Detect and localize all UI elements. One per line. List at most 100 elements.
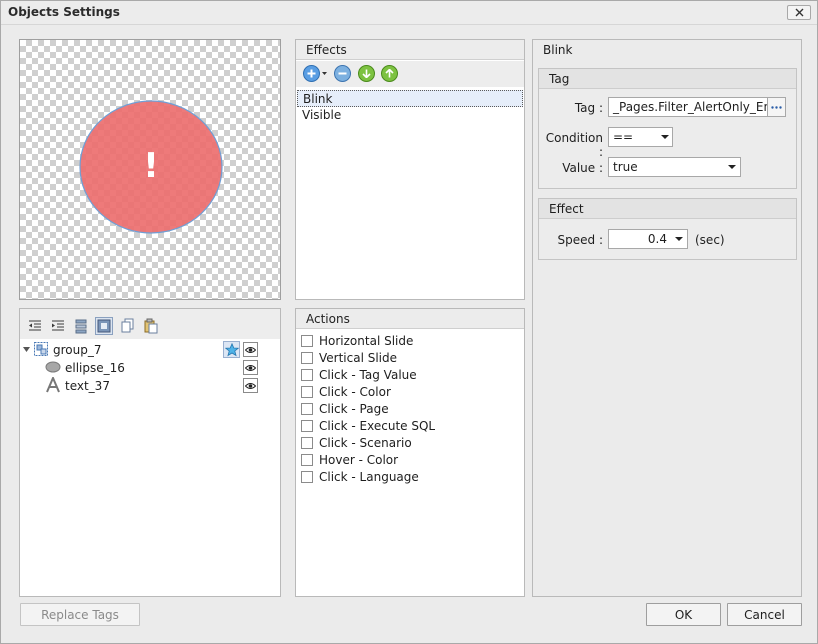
- checkbox[interactable]: [301, 436, 313, 449]
- move-up-button[interactable]: [381, 65, 398, 82]
- chevron-down-icon: [728, 165, 736, 169]
- paste-button[interactable]: [142, 317, 160, 335]
- action-label: Click - Scenario: [319, 435, 412, 450]
- text-icon: [46, 377, 60, 393]
- checkbox[interactable]: [301, 368, 313, 381]
- checkbox[interactable]: [301, 385, 313, 398]
- action-click-language[interactable]: Click - Language: [301, 468, 419, 485]
- effects-panel: Effects Blink Visible: [295, 39, 525, 300]
- effects-list: Blink Visible: [296, 88, 524, 299]
- image-icon: [97, 319, 111, 333]
- visibility-toggle[interactable]: [243, 378, 258, 393]
- replace-tags-button[interactable]: Replace Tags: [20, 603, 140, 626]
- action-hover-color[interactable]: Hover - Color: [301, 451, 398, 468]
- value-value: true: [613, 160, 638, 174]
- action-click-color[interactable]: Click - Color: [301, 383, 391, 400]
- remove-effect-button[interactable]: [334, 65, 351, 82]
- layers-panel: group_7 ellipse_16 text_37: [19, 308, 281, 597]
- effect-item-blink[interactable]: Blink: [297, 90, 523, 107]
- tag-label: Tag :: [574, 101, 603, 115]
- minus-icon: [338, 72, 347, 75]
- copy-button[interactable]: [119, 317, 137, 335]
- action-click-scenario[interactable]: Click - Scenario: [301, 434, 412, 451]
- tree-item-text[interactable]: text_37: [20, 377, 280, 395]
- speed-value: 0.4: [647, 232, 667, 246]
- speed-spinner[interactable]: 0.4: [608, 229, 688, 249]
- expand-arrow-icon[interactable]: [23, 347, 30, 353]
- visibility-toggle[interactable]: [243, 342, 258, 357]
- group-icon: [34, 342, 48, 356]
- tree-item-group[interactable]: group_7: [20, 341, 280, 359]
- checkbox[interactable]: [301, 419, 313, 432]
- action-label: Click - Execute SQL: [319, 418, 436, 433]
- objects-settings-window: Objects Settings ! group_7 ellipse_16 te…: [0, 0, 818, 644]
- tag-field[interactable]: _Pages.Filter_AlertOnly_En: [608, 97, 768, 117]
- outdent-button[interactable]: [26, 317, 44, 335]
- move-down-button[interactable]: [358, 65, 375, 82]
- cancel-button[interactable]: Cancel: [727, 603, 802, 626]
- action-horizontal-slide[interactable]: Horizontal Slide: [301, 332, 413, 349]
- tag-group-header: Tag: [539, 69, 796, 89]
- action-click-page[interactable]: Click - Page: [301, 400, 389, 417]
- arrow-down-icon: [362, 69, 371, 78]
- action-label: Click - Color: [319, 384, 391, 399]
- action-label: Hover - Color: [319, 452, 399, 467]
- group-toggle-button[interactable]: [95, 317, 113, 335]
- layers-tree: group_7 ellipse_16 text_37: [20, 339, 280, 596]
- tree-item-label: text_37: [65, 379, 110, 393]
- effects-header: Effects: [296, 40, 524, 60]
- condition-dropdown[interactable]: ==: [608, 127, 673, 147]
- action-label: Click - Page: [319, 401, 389, 416]
- condition-label: Condition :: [545, 131, 603, 159]
- ellipsis-icon: [771, 105, 782, 109]
- browse-tag-button[interactable]: [767, 97, 786, 117]
- action-click-execute-sql[interactable]: Click - Execute SQL: [301, 417, 435, 434]
- value-dropdown[interactable]: true: [608, 157, 741, 177]
- tree-item-ellipse[interactable]: ellipse_16: [20, 359, 280, 377]
- window-title: Objects Settings: [8, 5, 120, 19]
- close-button[interactable]: [787, 5, 811, 20]
- paste-icon: [144, 318, 158, 334]
- tag-group: Tag Tag : _Pages.Filter_AlertOnly_En Con…: [538, 68, 797, 189]
- favorite-toggle[interactable]: [223, 341, 240, 358]
- checkbox[interactable]: [301, 453, 313, 466]
- object-preview: !: [19, 39, 281, 300]
- action-label: Horizontal Slide: [319, 333, 414, 348]
- layer-order-button[interactable]: [72, 317, 90, 335]
- effect-group: Effect Speed : 0.4 (sec): [538, 198, 797, 260]
- preview-text-glyph: !: [143, 146, 159, 186]
- action-click-tag-value[interactable]: Click - Tag Value: [301, 366, 417, 383]
- ok-button[interactable]: OK: [646, 603, 721, 626]
- condition-value: ==: [613, 130, 634, 144]
- copy-icon: [121, 318, 134, 333]
- value-label: Value :: [562, 161, 603, 175]
- outdent-icon: [29, 320, 41, 331]
- actions-panel: Actions Horizontal Slide Vertical Slide …: [295, 308, 525, 597]
- speed-unit: (sec): [695, 233, 725, 247]
- actions-list: Horizontal Slide Vertical Slide Click - …: [296, 330, 524, 596]
- visibility-toggle[interactable]: [243, 360, 258, 375]
- effect-group-header: Effect: [539, 199, 796, 219]
- plus-icon: [307, 69, 316, 78]
- layers-toolbar: [20, 309, 280, 339]
- checkbox[interactable]: [301, 470, 313, 483]
- checkbox[interactable]: [301, 402, 313, 415]
- indent-button[interactable]: [49, 317, 67, 335]
- effect-item-visible[interactable]: Visible: [297, 107, 523, 124]
- speed-label: Speed :: [557, 233, 603, 247]
- arrow-up-icon: [385, 69, 394, 78]
- chevron-down-icon: [675, 237, 683, 241]
- star-icon: [224, 342, 239, 356]
- action-vertical-slide[interactable]: Vertical Slide: [301, 349, 397, 366]
- indent-icon: [52, 320, 64, 331]
- action-label: Click - Language: [319, 469, 419, 484]
- action-label: Vertical Slide: [319, 350, 398, 365]
- close-icon: [795, 8, 803, 17]
- add-dropdown-icon[interactable]: [322, 72, 327, 76]
- tree-item-label: group_7: [53, 343, 102, 357]
- title-bar: Objects Settings: [1, 1, 817, 25]
- checkbox[interactable]: [301, 334, 313, 347]
- checkbox[interactable]: [301, 351, 313, 364]
- add-effect-button[interactable]: [303, 65, 320, 82]
- chevron-down-icon: [661, 135, 669, 139]
